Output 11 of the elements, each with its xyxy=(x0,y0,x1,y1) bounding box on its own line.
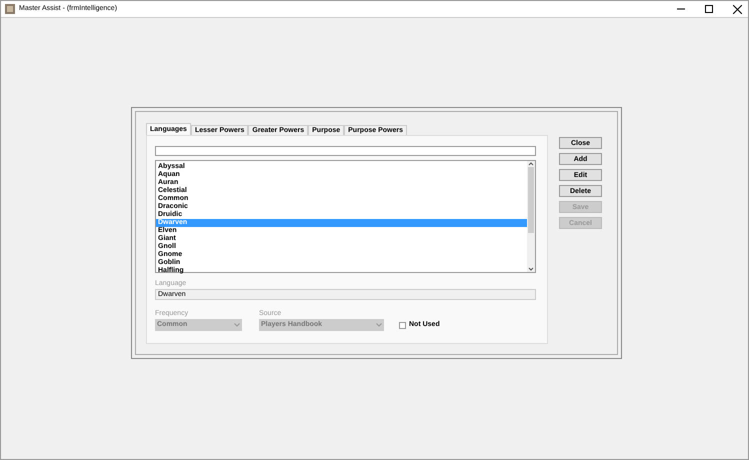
chevron-down-icon xyxy=(234,323,240,327)
search-field[interactable] xyxy=(155,146,536,156)
app-icon xyxy=(5,4,15,14)
checkbox[interactable] xyxy=(399,322,406,328)
scroll-up-icon[interactable] xyxy=(528,161,534,167)
scroll-down-icon[interactable] xyxy=(528,266,534,272)
scroll-thumb[interactable] xyxy=(528,167,534,233)
scrollbar[interactable] xyxy=(527,161,535,272)
close-icon[interactable] xyxy=(733,4,742,14)
maximize-icon[interactable] xyxy=(705,5,713,13)
chevron-down-icon xyxy=(376,323,382,327)
